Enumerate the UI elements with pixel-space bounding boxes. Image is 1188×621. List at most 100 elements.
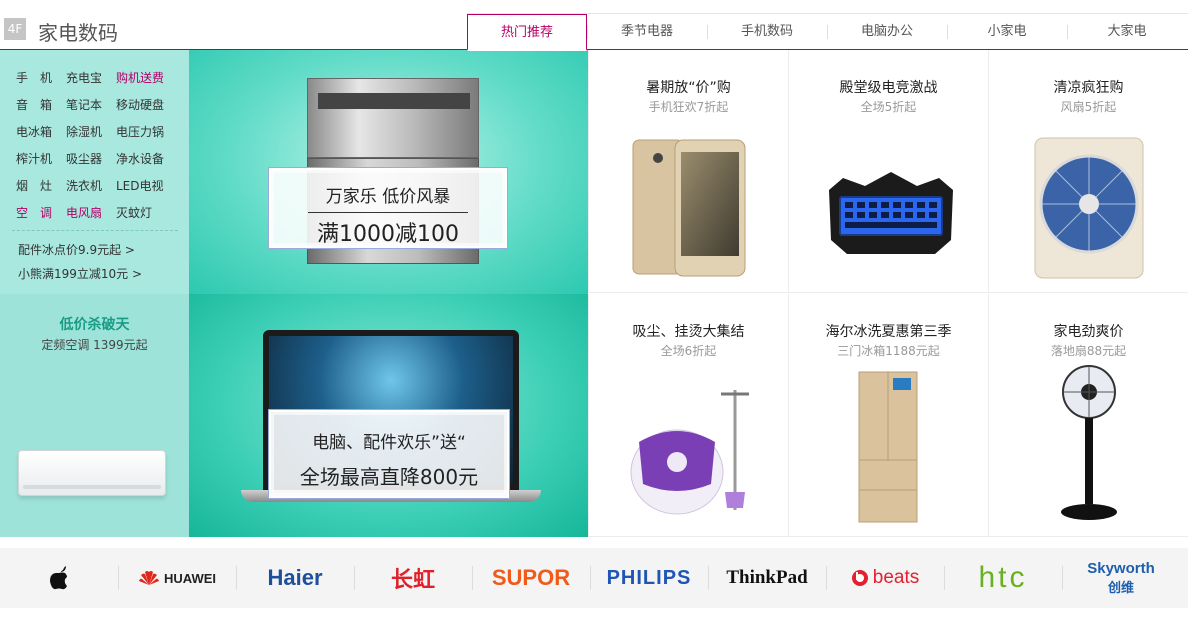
category-panel: 手 机充电宝 购机送费音 箱笔记本 移动硬盘 电冰箱 除湿机 电压力锅 榨汁机 吸尘器 净水设备… bbox=[0, 50, 189, 294]
product-card-title: 殿堂级电竞激战 bbox=[839, 80, 938, 96]
product-card-title: 清凉疯狂购 bbox=[1053, 80, 1124, 96]
product-card-fridge[interactable]: 海尔冰洗夏惠第三季 三门冰箱1188元起 bbox=[788, 294, 988, 537]
product-card-title: 暑期放“价”购 bbox=[646, 80, 731, 96]
category-link[interactable]: 空 调 bbox=[16, 204, 66, 221]
tab-hot-recommend[interactable]: 热门推荐 bbox=[467, 14, 587, 51]
brand-thinkpad[interactable]: ThinkPad bbox=[708, 548, 826, 608]
huawei-logo-icon bbox=[139, 571, 159, 585]
haier-wordmark: Haier bbox=[267, 565, 323, 590]
product-card-subtitle: 全场6折起 bbox=[660, 344, 717, 358]
brand-philips[interactable]: PHILIPS bbox=[590, 548, 708, 608]
low-price-title: 低价杀破天 bbox=[59, 317, 130, 333]
category-link[interactable]: 烟 灶 bbox=[16, 177, 66, 194]
brand-htc[interactable]: htc bbox=[944, 548, 1062, 608]
product-card-subtitle: 三门冰箱1188元起 bbox=[837, 344, 940, 358]
beats-wordmark: beats bbox=[872, 567, 920, 588]
tab-phones-digital[interactable]: 手机数码 bbox=[707, 14, 827, 50]
brand-haier[interactable]: Haier bbox=[236, 548, 354, 608]
brand-beats[interactable]: beats bbox=[826, 548, 944, 608]
category-row: 电冰箱 除湿机 电压力锅 bbox=[16, 118, 176, 145]
low-price-subtitle: 定频空调 1399元起 bbox=[41, 338, 148, 352]
product-card-phone[interactable]: 暑期放“价”购 手机狂欢7折起 bbox=[588, 50, 788, 293]
supor-wordmark: SUPOR bbox=[491, 565, 571, 590]
product-card-subtitle: 手机狂欢7折起 bbox=[648, 100, 729, 114]
category-row: 音 箱笔记本 移动硬盘 bbox=[16, 91, 176, 118]
category-link[interactable]: 充电宝 bbox=[66, 69, 116, 86]
htc-wordmark: htc bbox=[978, 561, 1028, 594]
philips-wordmark: PHILIPS bbox=[606, 566, 692, 589]
range-hood-promo-line1: 万家乐 低价风暴 bbox=[325, 187, 451, 207]
category-link[interactable]: 音 箱 bbox=[16, 96, 66, 113]
category-row: 空 调电风扇 灭蚊灯 bbox=[16, 199, 176, 226]
range-hood-banner[interactable]: 万家乐 低价风暴 满1000减100 bbox=[189, 50, 588, 294]
garment-steamer-image bbox=[630, 390, 749, 515]
range-hood-promo-box: 万家乐 低价风暴 满1000减100 bbox=[269, 168, 507, 248]
category-grid: 手 机充电宝 购机送费音 箱笔记本 移动硬盘 电冰箱 除湿机 电压力锅 榨汁机 吸尘器 净水设备… bbox=[16, 64, 176, 226]
air-conditioner-image bbox=[18, 450, 166, 496]
product-card-subtitle: 全场5折起 bbox=[860, 100, 917, 114]
floor-tabs: 热门推荐 季节电器 手机数码 电脑办公 小家电 大家电 bbox=[467, 13, 1188, 51]
beats-logo-icon bbox=[851, 570, 868, 586]
huawei-wordmark: HUAWEI bbox=[164, 570, 216, 586]
skyworth-wordmark: Skyworth bbox=[1087, 560, 1155, 577]
category-link[interactable]: 电风扇 bbox=[66, 204, 116, 221]
category-link[interactable]: 电压力锅 bbox=[116, 123, 176, 140]
category-link[interactable]: 手 机 bbox=[16, 69, 66, 86]
thinkpad-wordmark: ThinkPad bbox=[726, 567, 808, 588]
brand-supor[interactable]: SUPOR bbox=[472, 548, 590, 608]
category-link[interactable]: 购机送费 bbox=[116, 69, 176, 86]
product-card-title: 海尔冰洗夏惠第三季 bbox=[825, 324, 952, 340]
brand-skyworth[interactable]: Skyworth 创维 bbox=[1062, 548, 1180, 608]
promo-rule bbox=[308, 212, 468, 213]
product-card-fan-box[interactable]: 清凉疯狂购 风扇5折起 bbox=[988, 50, 1188, 293]
brand-apple[interactable] bbox=[0, 548, 118, 608]
product-card-keyboard[interactable]: 殿堂级电竞激战 全场5折起 bbox=[788, 50, 988, 293]
category-link[interactable]: 电冰箱 bbox=[16, 123, 66, 140]
laptop-promo-line1: 电脑、配件欢乐”送“ bbox=[312, 433, 466, 453]
tab-large-appliances[interactable]: 大家电 bbox=[1067, 14, 1187, 50]
category-row: 榨汁机 吸尘器 净水设备 bbox=[16, 145, 176, 172]
gaming-keyboard-image bbox=[829, 172, 953, 254]
category-link[interactable]: 榨汁机 bbox=[16, 150, 66, 167]
category-link[interactable]: 笔记本 bbox=[66, 96, 116, 113]
brand-bar: HUAWEI Haier 长虹 SUPOR PHILIPS ThinkPad b… bbox=[0, 548, 1188, 608]
category-link[interactable]: 移动硬盘 bbox=[116, 96, 176, 113]
floor-title: 家电数码 bbox=[38, 21, 118, 45]
category-row: 手 机充电宝 购机送费 bbox=[16, 64, 176, 91]
floor-header: 4F 家电数码 热门推荐 季节电器 手机数码 电脑办公 小家电 大家电 bbox=[0, 0, 1188, 51]
changhong-wordmark: 长虹 bbox=[390, 567, 435, 592]
tab-computers-office[interactable]: 电脑办公 bbox=[827, 14, 947, 50]
stand-fan-image bbox=[1061, 365, 1117, 520]
refrigerator-image bbox=[858, 371, 918, 523]
product-card-title: 吸尘、挂烫大集结 bbox=[632, 324, 745, 340]
product-card-subtitle: 风扇5折起 bbox=[1060, 100, 1117, 114]
category-link[interactable]: 吸尘器 bbox=[66, 150, 116, 167]
category-link[interactable]: 灭蚊灯 bbox=[116, 204, 176, 221]
tab-seasonal[interactable]: 季节电器 bbox=[587, 14, 707, 50]
low-price-card[interactable]: 低价杀破天 定频空调 1399元起 bbox=[0, 294, 189, 537]
category-link[interactable]: 洗衣机 bbox=[66, 177, 116, 194]
laptop-banner[interactable]: 电脑、配件欢乐”送“ 全场最高直降800元 bbox=[189, 294, 588, 537]
brand-changhong[interactable]: 长虹 bbox=[354, 548, 472, 608]
box-fan-image bbox=[1034, 137, 1144, 279]
category-link[interactable]: 净水设备 bbox=[116, 150, 176, 167]
skyworth-chinese-wordmark: 创维 bbox=[1107, 580, 1134, 595]
tab-small-appliances[interactable]: 小家电 bbox=[947, 14, 1067, 50]
laptop-promo-line2: 全场最高直降800元 bbox=[299, 465, 479, 489]
apple-logo-icon bbox=[50, 566, 67, 590]
category-link[interactable]: LED电视 bbox=[116, 177, 176, 194]
floor-badge: 4F bbox=[4, 18, 26, 40]
phone-image bbox=[632, 139, 746, 277]
product-card-subtitle: 落地扇88元起 bbox=[1050, 344, 1127, 358]
category-row: 烟 灶洗衣机 LED电视 bbox=[16, 172, 176, 199]
brand-huawei[interactable]: HUAWEI bbox=[118, 548, 236, 608]
promo-link-bear[interactable]: 小熊满199立减10元 > bbox=[18, 265, 142, 282]
category-link[interactable]: 除湿机 bbox=[66, 123, 116, 140]
product-card-title: 家电劲爽价 bbox=[1053, 324, 1124, 340]
product-card-stand-fan[interactable]: 家电劲爽价 落地扇88元起 bbox=[988, 294, 1188, 537]
product-card-steamer[interactable]: 吸尘、挂烫大集结 全场6折起 bbox=[588, 294, 788, 537]
category-divider bbox=[12, 230, 178, 231]
laptop-promo-box: 电脑、配件欢乐”送“ 全场最高直降800元 bbox=[269, 410, 509, 498]
range-hood-promo-line2: 满1000减100 bbox=[317, 222, 459, 247]
promo-link-accessories[interactable]: 配件冰点价9.9元起 > bbox=[18, 241, 135, 258]
